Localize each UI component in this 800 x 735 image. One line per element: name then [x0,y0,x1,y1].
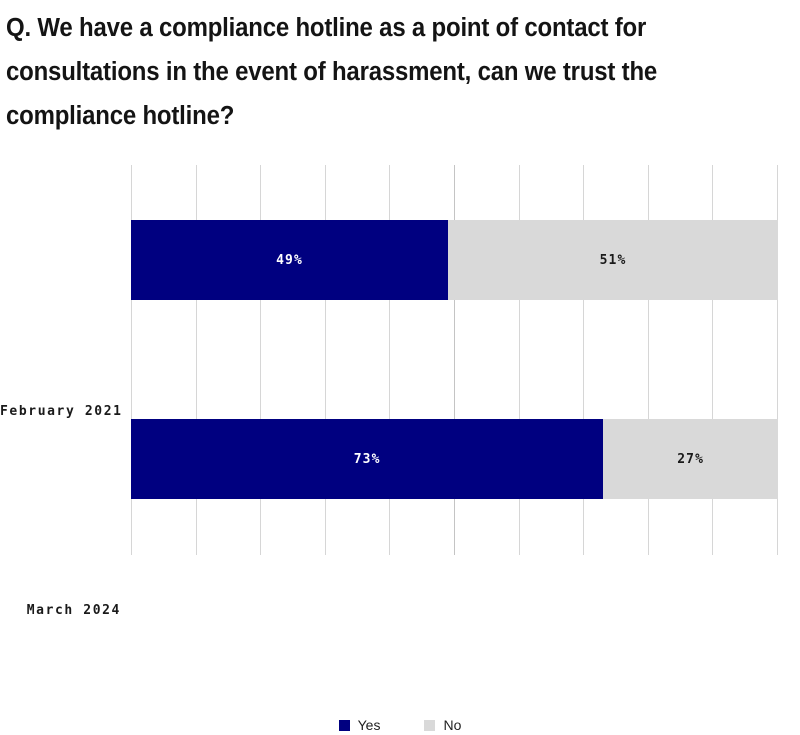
legend-label-yes: Yes [357,717,381,733]
legend-swatch-no-icon [424,719,436,731]
bar-value-label: 73% [353,451,381,467]
category-label-february-2021: February 2021 [0,404,123,419]
bar-segment-no-february-2021[interactable]: 51% [448,220,778,300]
bar-row-february-2021: 49% 51% [131,220,778,300]
chart-area: 49% 51% 73% 27% February 2021 March 2024… [0,150,800,732]
category-label-march-2024: March 2024 [26,603,121,618]
legend-swatch-yes-icon [338,719,350,731]
bar-value-label: 49% [276,252,303,268]
bar-segment-no-march-2024[interactable]: 27% [603,419,778,499]
chart-title: Q. We have a compliance hotline as a poi… [6,14,664,130]
plot-area: 49% 51% 73% 27% [131,165,778,555]
bar-segment-yes-march-2024[interactable]: 73% [131,419,604,499]
legend-item-yes[interactable]: Yes [338,717,381,733]
legend-item-no[interactable]: No [424,718,461,732]
bar-value-label: 27% [677,451,705,467]
chart-legend: Yes No [0,715,800,735]
legend-label-no: No [443,717,462,733]
bar-segment-yes-february-2021[interactable]: 49% [131,220,449,300]
bar-row-march-2024: 73% 27% [131,419,778,499]
bar-value-label: 51% [599,252,627,268]
